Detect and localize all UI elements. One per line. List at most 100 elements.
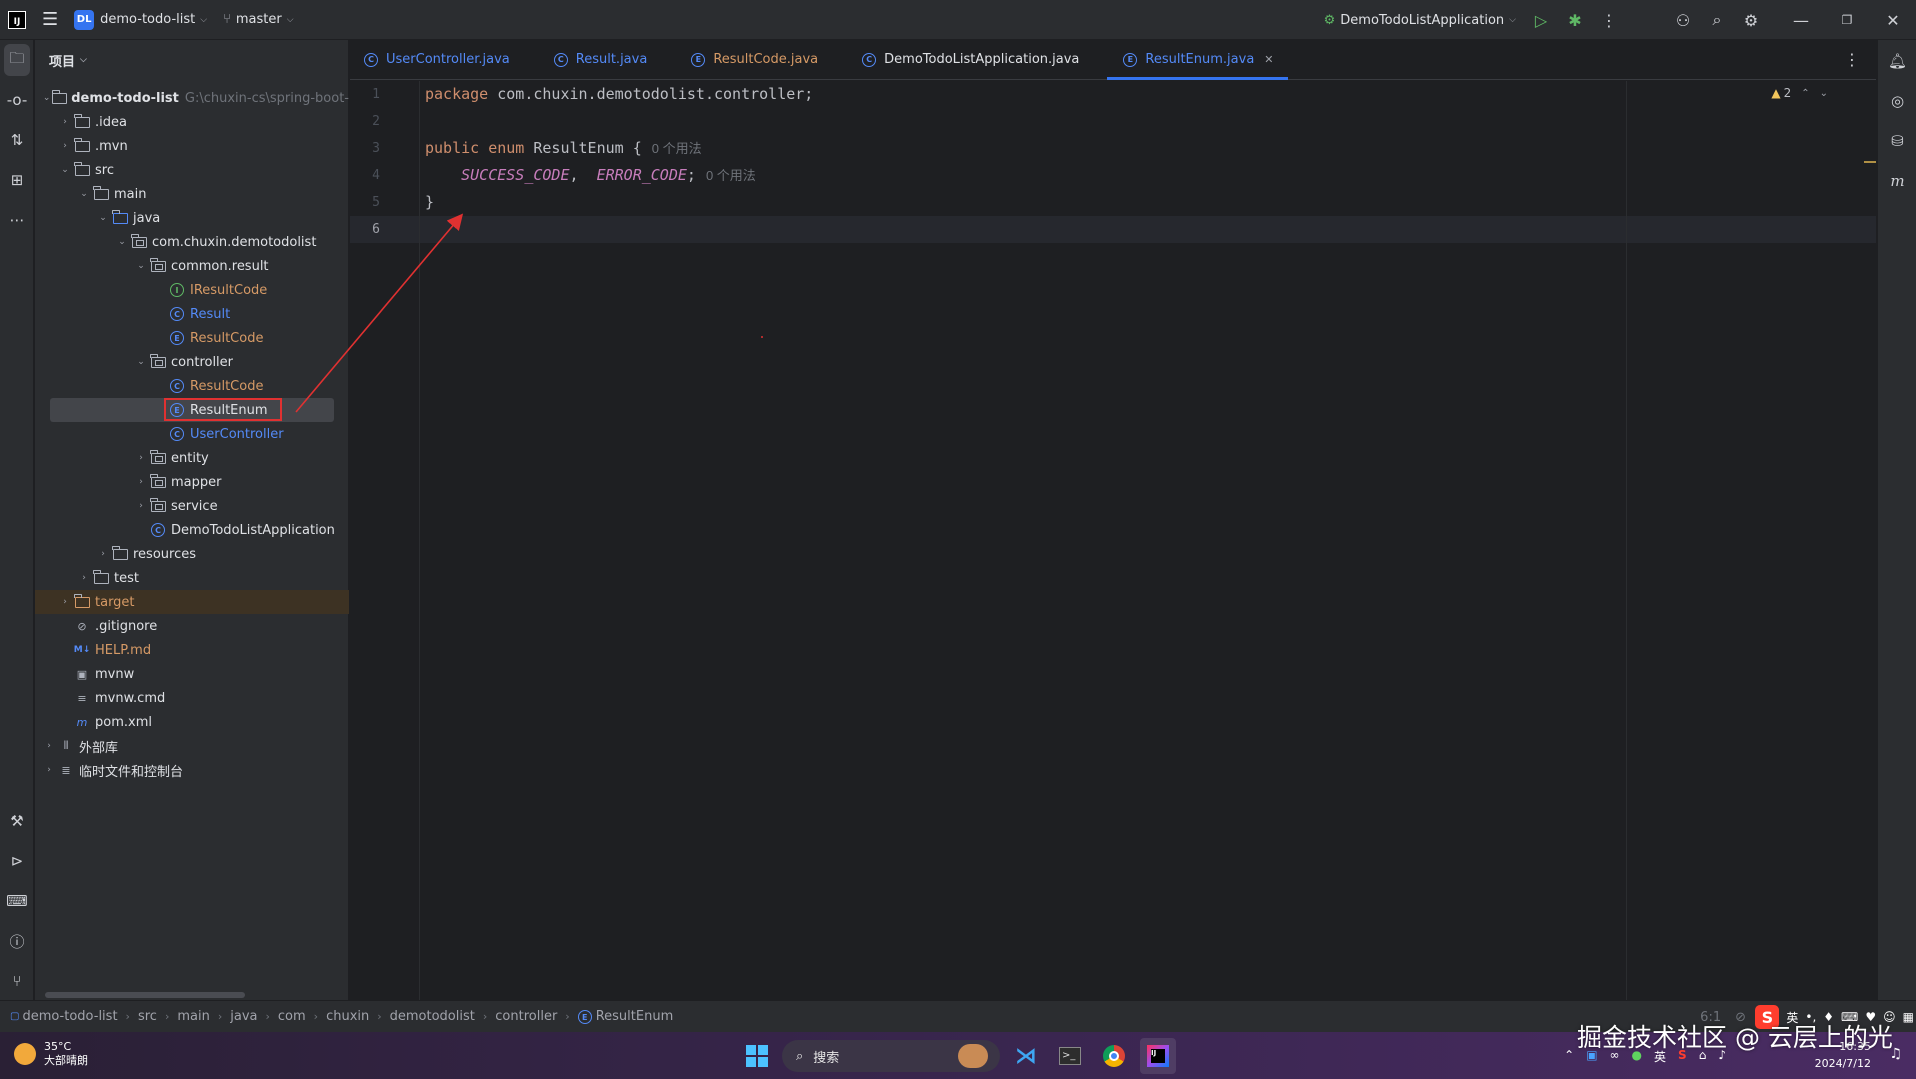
tab-demotodolistapplication[interactable]: C DemoTodoListApplication.java xyxy=(832,40,1093,79)
excluded-folder-icon xyxy=(73,593,91,609)
database-button[interactable]: ⛁ xyxy=(1878,124,1916,158)
tree-item-src[interactable]: ⌄ src xyxy=(35,158,349,182)
weather-widget[interactable]: 35°C 大部晴朗 xyxy=(14,1040,88,1068)
text-file-icon: ≡ xyxy=(77,691,87,705)
chevron-down-icon[interactable]: ⌄ xyxy=(1820,88,1828,99)
tree-item-service[interactable]: › service xyxy=(35,494,349,518)
tree-item-mvnw-cmd[interactable]: ≡ mvnw.cmd xyxy=(35,686,349,710)
tree-item-help-md[interactable]: M↓ HELP.md xyxy=(35,638,349,662)
close-tab-icon[interactable]: ✕ xyxy=(1264,53,1273,66)
intellij-app[interactable]: IJ xyxy=(1140,1038,1176,1074)
git-tool-button[interactable]: ⑂ xyxy=(0,965,34,997)
usages-hint[interactable]: 0 个用法 xyxy=(652,141,702,156)
breadcrumb-item[interactable]: main xyxy=(177,1009,209,1024)
terminal-tool-button[interactable]: ⌨ xyxy=(0,885,34,917)
tree-item-idea[interactable]: › .idea xyxy=(35,110,349,134)
tree-item-resultenum[interactable]: E ResultEnum xyxy=(50,398,334,422)
scrollbar-warning-mark[interactable] xyxy=(1864,161,1876,163)
commit-tool-button[interactable]: -o- xyxy=(0,84,34,116)
run-config-selector[interactable]: ⚙ DemoTodoListApplication ⌵ xyxy=(1316,0,1524,40)
tree-item-mapper[interactable]: › mapper xyxy=(35,470,349,494)
tree-item-external-libraries[interactable]: › ⫴ 外部库 xyxy=(35,734,349,758)
tree-item-pom-xml[interactable]: m pom.xml xyxy=(35,710,349,734)
tree-item-label: src xyxy=(95,162,114,178)
spring-class-icon: C xyxy=(149,523,167,537)
breadcrumb-item[interactable]: src xyxy=(138,1009,157,1024)
tab-options-button[interactable]: ⋮ xyxy=(1844,50,1860,69)
toolbox-icon[interactable]: ▦ xyxy=(1903,1010,1914,1024)
chrome-icon xyxy=(1103,1045,1125,1067)
tree-item-resultcode-common[interactable]: E ResultCode xyxy=(35,326,349,350)
start-button[interactable] xyxy=(739,1038,775,1074)
scratches-icon: ≣ xyxy=(61,763,71,777)
settings-button[interactable]: ⚙ xyxy=(1734,0,1768,40)
breadcrumb-item[interactable]: demo-todo-list xyxy=(22,1009,117,1024)
notifications-button[interactable]: 🔔︎ xyxy=(1878,44,1916,78)
project-panel-header[interactable]: 项目 ⌵ xyxy=(35,40,348,80)
search-everywhere-button[interactable]: ⌕ xyxy=(1700,0,1734,40)
more-actions-button[interactable]: ⋮ xyxy=(1592,0,1626,40)
build-tool-button[interactable]: ⚒ xyxy=(0,805,34,837)
horizontal-scrollbar[interactable] xyxy=(45,992,245,998)
breadcrumb-item[interactable]: com xyxy=(278,1009,306,1024)
tree-item-resources[interactable]: › resources xyxy=(35,542,349,566)
show-hidden-icons-icon[interactable]: ⌃ xyxy=(1564,1048,1574,1065)
tree-item-iresultcode[interactable]: I IResultCode xyxy=(35,278,349,302)
tree-item-mvnw[interactable]: ▣ mvnw xyxy=(35,662,349,686)
tree-item-usercontroller[interactable]: C UserController xyxy=(35,422,349,446)
breadcrumb-item[interactable]: controller xyxy=(495,1009,557,1024)
main-menu-button[interactable]: ☰ xyxy=(34,0,66,40)
tab-resultcode[interactable]: E ResultCode.java xyxy=(661,40,832,79)
tree-item-resultcode-controller[interactable]: C ResultCode xyxy=(35,374,349,398)
restore-button[interactable]: ❐ xyxy=(1824,0,1870,40)
services-tool-button[interactable]: ⊳ xyxy=(0,845,34,877)
tree-item-result[interactable]: C Result xyxy=(35,302,349,326)
minimize-button[interactable]: — xyxy=(1778,0,1824,40)
left-tool-strip: 🗀 -o- ⇅ ⊞ ⋯ ⚒ ⊳ ⌨ ⓘ ⑂ xyxy=(0,40,34,1000)
project-tool-button[interactable]: 🗀 xyxy=(4,44,30,76)
debug-button[interactable]: ✱ xyxy=(1558,0,1592,40)
tab-result[interactable]: C Result.java xyxy=(524,40,662,79)
tree-item-scratches[interactable]: › ≣ 临时文件和控制台 xyxy=(35,758,349,782)
problems-tool-button[interactable]: ⓘ xyxy=(0,925,34,957)
breadcrumb-item[interactable]: ResultEnum xyxy=(596,1009,674,1024)
branch-switcher[interactable]: ⑂ master ⌵ xyxy=(215,0,301,40)
tree-item-entity[interactable]: › entity xyxy=(35,446,349,470)
tree-root[interactable]: ⌄ demo-todo-list G:\chuxin-cs\spring-boo… xyxy=(35,86,349,110)
code-with-me-button[interactable]: ⚇ xyxy=(1666,0,1700,40)
close-window-button[interactable]: ✕ xyxy=(1870,0,1916,40)
tree-item-common-result[interactable]: ⌄ common.result xyxy=(35,254,349,278)
app-logo[interactable]: IJ xyxy=(0,0,34,40)
structure-tool-button[interactable]: ⊞ xyxy=(0,164,34,196)
more-tools-button[interactable]: ⋯ xyxy=(0,204,34,236)
tab-resultenum[interactable]: E ResultEnum.java ✕ xyxy=(1107,40,1288,80)
tree-item-java[interactable]: ⌄ java xyxy=(35,206,349,230)
breadcrumb-item[interactable]: java xyxy=(230,1009,257,1024)
tree-item-main[interactable]: ⌄ main xyxy=(35,182,349,206)
project-switcher[interactable]: DL demo-todo-list ⌵ xyxy=(66,0,215,40)
run-button[interactable]: ▷ xyxy=(1524,0,1558,40)
tree-item-controller[interactable]: ⌄ controller xyxy=(35,350,349,374)
tree-item-mvn[interactable]: › .mvn xyxy=(35,134,349,158)
tree-item-target[interactable]: › target xyxy=(35,590,349,614)
chrome-app[interactable] xyxy=(1096,1038,1132,1074)
tree-item-test[interactable]: › test xyxy=(35,566,349,590)
tab-usercontroller[interactable]: C UserController.java xyxy=(350,40,524,79)
project-panel-title: 项目 xyxy=(49,54,76,70)
inspection-widget[interactable]: ▲ 2 ⌃ ⌄ xyxy=(1771,86,1828,100)
tree-item-demotodolistapplication[interactable]: C DemoTodoListApplication xyxy=(35,518,349,542)
maven-button[interactable]: m xyxy=(1878,164,1916,198)
tree-item-gitignore[interactable]: ⊘ .gitignore xyxy=(35,614,349,638)
terminal-app[interactable]: >_ xyxy=(1052,1038,1088,1074)
vscode-app[interactable]: ⋊ xyxy=(1008,1038,1044,1074)
tree-item-package-root[interactable]: ⌄ com.chuxin.demotodolist xyxy=(35,230,349,254)
taskbar-search[interactable]: ⌕ 搜索 xyxy=(782,1040,1000,1072)
breadcrumb-item[interactable]: demotodolist xyxy=(390,1009,475,1024)
ai-assistant-button[interactable]: ◎ xyxy=(1878,84,1916,118)
chevron-up-icon[interactable]: ⌃ xyxy=(1801,88,1809,99)
code-editor[interactable]: 1 2 3 4 5 6 package com.chuxin.demotodol… xyxy=(350,81,1876,1000)
breadcrumb-item[interactable]: chuxin xyxy=(326,1009,369,1024)
pull-requests-tool-button[interactable]: ⇅ xyxy=(0,124,34,156)
usages-hint[interactable]: 0 个用法 xyxy=(706,168,756,183)
editor-tabs: C UserController.java C Result.java E Re… xyxy=(350,40,1876,80)
